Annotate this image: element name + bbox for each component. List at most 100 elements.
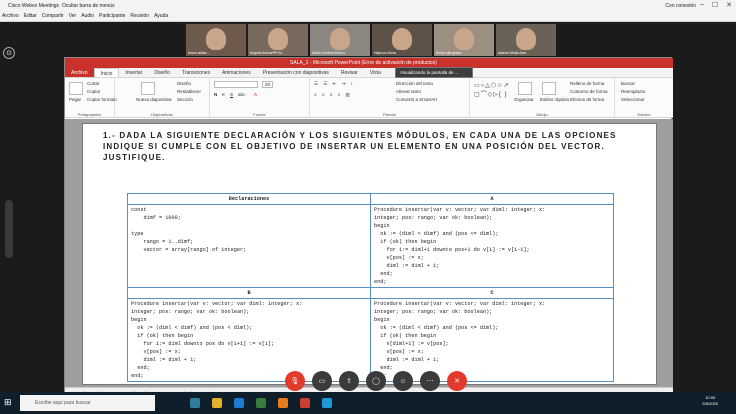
menu-reunion[interactable]: Reunión [130, 13, 149, 19]
font-name-field[interactable] [214, 81, 258, 88]
italic-icon[interactable]: K [222, 92, 225, 97]
shape-effects-button[interactable]: Efectos de forma [570, 97, 604, 102]
mute-button[interactable]: 🎙 [285, 371, 305, 391]
webex-icon[interactable] [322, 398, 332, 408]
more-button[interactable]: ⋯ [420, 371, 440, 391]
quick-styles-button[interactable]: Estilos rápidos [540, 97, 569, 102]
menu-ver[interactable]: Ver [69, 13, 77, 19]
heading-line: 1.- DADA LA SIGUIENTE DECLARACIÓN Y LOS … [103, 131, 617, 140]
file-explorer-icon[interactable] [212, 398, 222, 408]
menu-audio[interactable]: Audio [81, 13, 94, 19]
webex-menu-bar: Cisco Webex Meetings Ocultar barra de me… [0, 0, 736, 22]
shared-powerpoint-window: SALA_1 - Microsoft PowerPoint (Error de … [64, 57, 673, 400]
slide-editing-area: 1.- DADA LA SIGUIENTE DECLARACIÓN Y LOS … [65, 119, 673, 387]
text-direction-button[interactable]: Dirección del texto [396, 81, 433, 86]
ribbon: Pegar Cortar Copiar Copiar formato Porta… [65, 78, 673, 118]
menu-archivo[interactable]: Archivo [2, 13, 19, 19]
taskbar-clock[interactable]: 10:00 5/5/2020 [702, 395, 718, 407]
participant-tile[interactable]: Angelia Arena/PR AL [248, 24, 308, 56]
smartart-button[interactable]: Convertir a SmartArt [396, 97, 437, 102]
slide-canvas[interactable]: 1.- DADA LA SIGUIENTE DECLARACIÓN Y LOS … [82, 123, 657, 385]
code-option-c: Procedure insertar(var v: vector; var di… [374, 301, 546, 379]
paste-icon[interactable] [69, 82, 83, 95]
font-color-icon[interactable]: A [254, 92, 257, 97]
new-slide-button[interactable]: Nueva diapositiva [136, 97, 172, 102]
leave-button[interactable]: ✕ [447, 371, 467, 391]
hide-menu-button[interactable]: Ocultar barra de menús [62, 3, 115, 9]
chat-button[interactable]: ◯ [366, 371, 386, 391]
share-button[interactable]: ⇪ [339, 371, 359, 391]
replace-button[interactable]: Reemplazar [621, 89, 645, 94]
windows-start-icon[interactable]: ⊞ [4, 397, 14, 407]
side-scroll-handle[interactable] [5, 200, 13, 258]
close-icon[interactable]: ✕ [726, 1, 732, 9]
camera-icon: ▭ [318, 378, 326, 385]
list-icons[interactable]: ☰ ☰ ⇤ ⇥ ↕ [314, 81, 355, 87]
group-label: Dibujo [536, 112, 548, 117]
find-button[interactable]: Buscar [621, 81, 635, 86]
more-icon: ⋯ [426, 378, 434, 385]
menu-compartir[interactable]: Compartir [42, 13, 64, 19]
group-label: Fuente [253, 112, 266, 117]
tab-inicio[interactable]: Inicio [93, 68, 120, 77]
section-button[interactable]: Sección [177, 97, 193, 102]
quick-styles-icon[interactable] [542, 82, 556, 95]
tab-animaciones[interactable]: Animaciones [216, 68, 257, 77]
strikethrough-icon[interactable]: abc [238, 92, 245, 97]
align-icons[interactable]: ≡ ≡ ≡ ≡ ▥ [314, 92, 352, 98]
tab-transiciones[interactable]: Transiciones [176, 68, 216, 77]
info-icon[interactable]: ⊙ [3, 47, 15, 59]
participant-name: Adame Mejia Aaoi [498, 51, 527, 55]
align-text-button[interactable]: Alinear texto [396, 89, 421, 94]
tab-vista[interactable]: Vista [364, 68, 387, 77]
group-label: Párrafo [382, 112, 397, 117]
menu-ayuda[interactable]: Ayuda [154, 13, 168, 19]
task-view-icon[interactable] [190, 398, 200, 408]
edge-icon[interactable] [234, 398, 244, 408]
group-slides: Nueva diapositiva Diseño Restablecer Sec… [115, 78, 210, 118]
participant-tile[interactable]: Adame Mejia Aaoi [496, 24, 556, 56]
shape-outline-button[interactable]: Contorno de forma [570, 89, 608, 94]
participants-button[interactable]: ☺ [393, 371, 413, 391]
menu-editar[interactable]: Editar [24, 13, 37, 19]
group-clipboard: Pegar Cortar Copiar Copiar formato Porta… [65, 78, 117, 118]
store-icon[interactable] [256, 398, 266, 408]
participant-tile[interactable]: Benja ojia grada [434, 24, 494, 56]
powerpoint-icon[interactable] [300, 398, 310, 408]
shape-fill-button[interactable]: Relleno de forma [570, 81, 604, 86]
video-button[interactable]: ▭ [312, 371, 332, 391]
tab-insertar[interactable]: Insertar [119, 68, 148, 77]
chrome-icon[interactable] [278, 398, 288, 408]
bold-icon[interactable]: N [214, 92, 217, 97]
tab-revisar[interactable]: Revisar [335, 68, 364, 77]
new-slide-icon[interactable] [141, 82, 155, 95]
font-size-field[interactable]: 20 [262, 81, 274, 88]
code-table: Declaraciones A const dimf = 1000; type … [127, 193, 614, 382]
webex-app-title: Cisco Webex Meetings [8, 3, 60, 9]
share-icon: ⇪ [346, 378, 352, 385]
reset-button[interactable]: Restablecer [177, 89, 201, 94]
heading-line: INDIQUE SI CUMPLE CON EL OBJETIVO DE INS… [103, 142, 605, 151]
minimize-icon[interactable]: – [700, 1, 704, 9]
taskbar-search[interactable]: Escribe aquí para buscar [20, 395, 155, 411]
underline-icon[interactable]: S [230, 92, 233, 97]
participant-tile[interactable]: Hajunzo Anna [372, 24, 432, 56]
layout-button[interactable]: Diseño [177, 81, 191, 86]
organize-button[interactable]: Organizar [514, 97, 534, 102]
group-label: Edición [637, 112, 651, 117]
maximize-icon[interactable]: ☐ [712, 1, 718, 9]
shapes-gallery[interactable]: ▭○△⬠☆↗ ▢⌒◇▷{ } [474, 82, 510, 98]
paste-button[interactable]: Pegar [69, 97, 81, 102]
menu-participante[interactable]: Participante [99, 13, 125, 19]
cell-b: Procedure insertar(var v: vector; var di… [127, 298, 371, 382]
participant-tile[interactable]: Imam adhar... [186, 24, 246, 56]
copy-button[interactable]: Copiar [87, 89, 100, 94]
copy-format-button[interactable]: Copiar formato [87, 97, 117, 102]
tab-archivo[interactable]: Archivo [65, 68, 94, 77]
select-button[interactable]: Seleccionar [621, 97, 645, 102]
participant-tile[interactable]: Maria Cristina Muñoz [310, 24, 370, 56]
cut-button[interactable]: Cortar [87, 81, 100, 86]
organize-icon[interactable] [518, 82, 532, 95]
tab-presentacion[interactable]: Presentación con diapositivas [257, 68, 335, 77]
tab-diseno[interactable]: Diseño [148, 68, 176, 77]
